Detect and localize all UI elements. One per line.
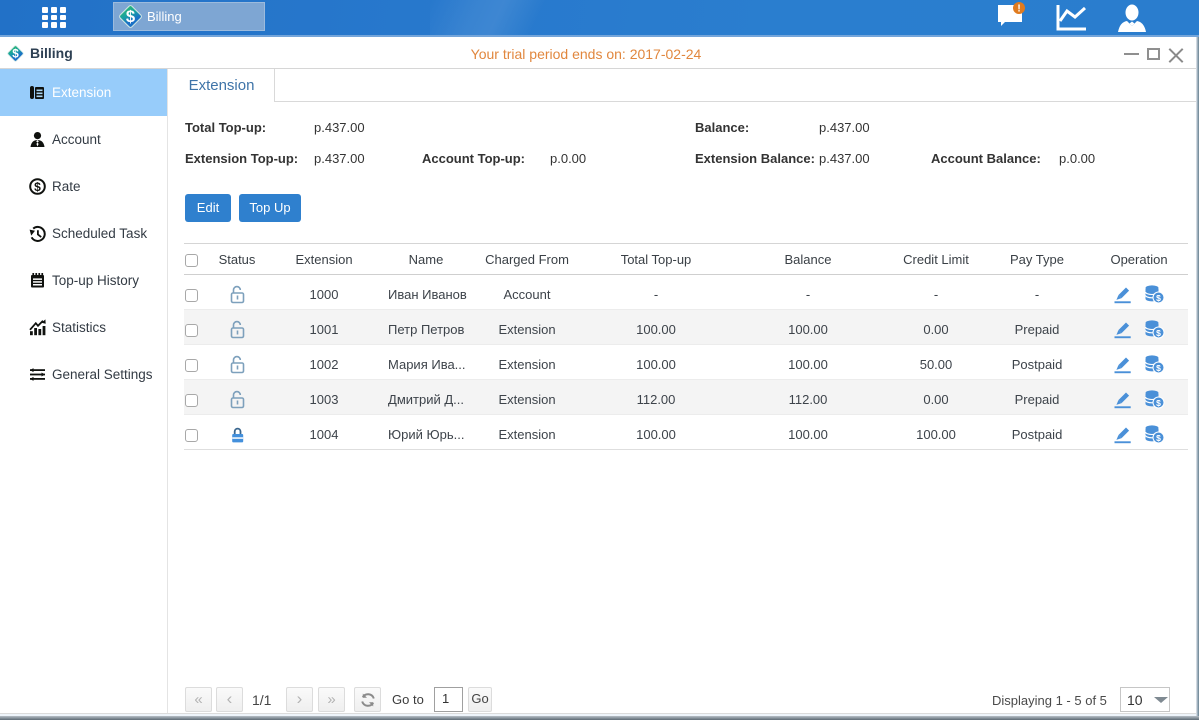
svg-text:$: $ xyxy=(1156,398,1161,408)
svg-text:!: ! xyxy=(1017,4,1020,15)
svg-text:$: $ xyxy=(1156,328,1161,338)
svg-text:$: $ xyxy=(126,7,135,26)
svg-text:$: $ xyxy=(1156,433,1161,443)
svg-text:$: $ xyxy=(1156,363,1161,373)
svg-text:$: $ xyxy=(34,180,41,194)
svg-text:$: $ xyxy=(1156,293,1161,303)
